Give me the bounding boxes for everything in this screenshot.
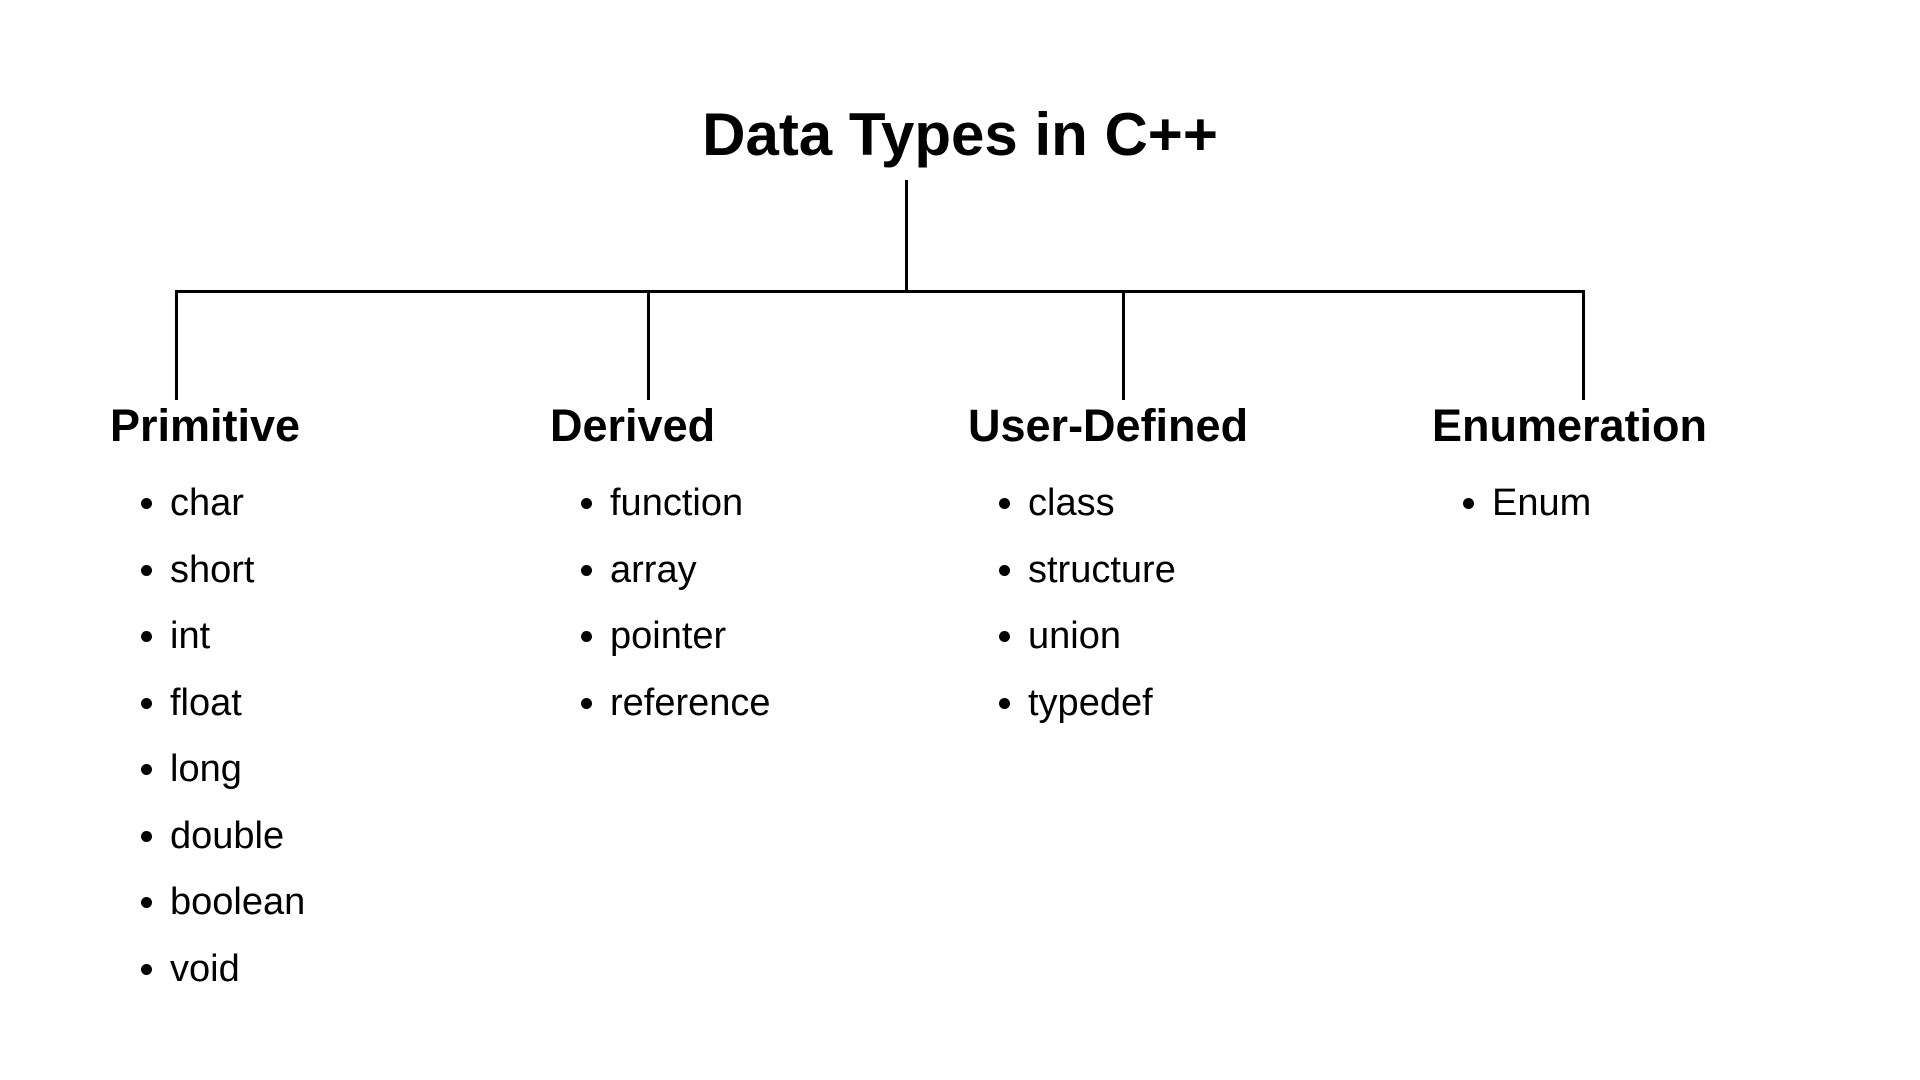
section-user-defined: User-Defined class structure union typed…	[968, 400, 1248, 736]
section-heading-enumeration: Enumeration	[1432, 400, 1707, 452]
list-primitive: char short int float long double boolean…	[110, 470, 305, 1002]
list-item: pointer	[610, 603, 771, 670]
list-item: array	[610, 537, 771, 604]
connector-branch-derived	[647, 290, 650, 400]
connector-branch-user-defined	[1122, 290, 1125, 400]
section-heading-user-defined: User-Defined	[968, 400, 1248, 452]
list-item: int	[170, 603, 305, 670]
list-item: reference	[610, 670, 771, 737]
list-item: char	[170, 470, 305, 537]
section-enumeration: Enumeration Enum	[1432, 400, 1707, 537]
list-item: structure	[1028, 537, 1248, 604]
section-heading-derived: Derived	[550, 400, 771, 452]
list-item: boolean	[170, 869, 305, 936]
list-item: union	[1028, 603, 1248, 670]
list-item: float	[170, 670, 305, 737]
list-item: double	[170, 803, 305, 870]
section-heading-primitive: Primitive	[110, 400, 305, 452]
list-item: Enum	[1492, 470, 1707, 537]
connector-horizontal	[175, 290, 1582, 293]
list-item: typedef	[1028, 670, 1248, 737]
connector-vertical-root	[905, 180, 908, 290]
list-enumeration: Enum	[1432, 470, 1707, 537]
section-primitive: Primitive char short int float long doub…	[110, 400, 305, 1002]
list-user-defined: class structure union typedef	[968, 470, 1248, 736]
list-item: short	[170, 537, 305, 604]
diagram-title: Data Types in C++	[702, 100, 1218, 169]
connector-branch-enumeration	[1582, 290, 1585, 400]
list-item: class	[1028, 470, 1248, 537]
section-derived: Derived function array pointer reference	[550, 400, 771, 736]
list-item: void	[170, 936, 305, 1003]
list-derived: function array pointer reference	[550, 470, 771, 736]
connector-branch-primitive	[175, 290, 178, 400]
list-item: function	[610, 470, 771, 537]
list-item: long	[170, 736, 305, 803]
